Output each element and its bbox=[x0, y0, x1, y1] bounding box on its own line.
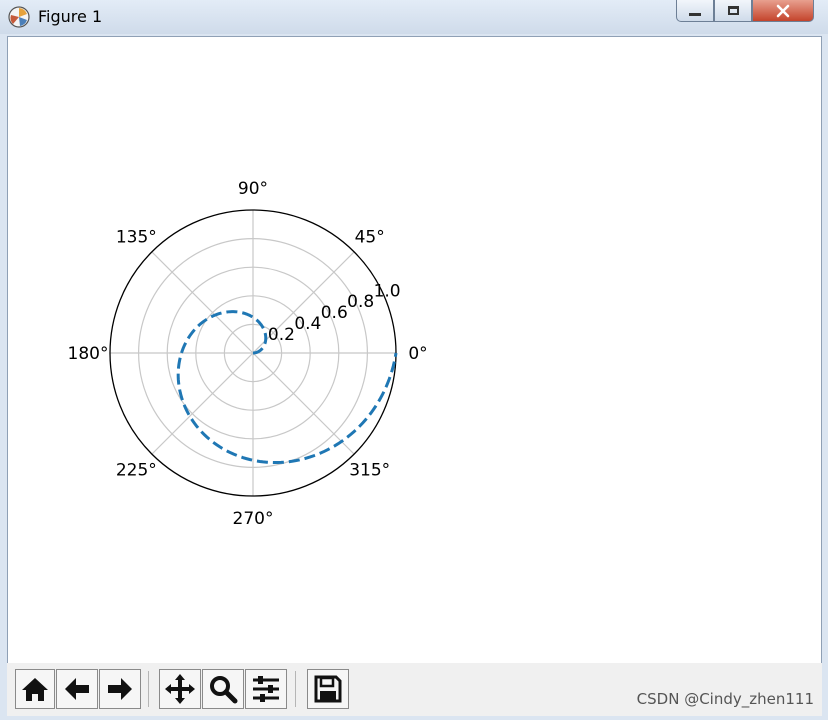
arrow-right-icon bbox=[108, 678, 132, 700]
polar-plot[interactable]: 0° 45° 90° 135° 180° 225° 270° 315° 0.20.40.60.8… bbox=[0, 0, 828, 720]
zoom-button[interactable] bbox=[202, 669, 244, 709]
home-button[interactable] bbox=[15, 669, 55, 709]
configure-subplots-button[interactable] bbox=[245, 669, 287, 709]
sliders-icon bbox=[253, 676, 279, 702]
r-tick-label: 0.4 bbox=[294, 314, 321, 334]
floppy-disk-icon bbox=[314, 675, 342, 703]
toolbar-separator bbox=[295, 671, 296, 707]
pan-button[interactable] bbox=[159, 669, 201, 709]
r-tick-label: 0.8 bbox=[347, 292, 374, 312]
theta-grid-line bbox=[151, 352, 254, 455]
theta-grid-line bbox=[151, 251, 254, 354]
r-tick-label: 0.6 bbox=[321, 303, 348, 323]
figure-window: Figure 1 0° 45° 90° 135° 180° 225° 270° 315° 0.2… bbox=[0, 0, 828, 720]
magnifier-icon bbox=[210, 676, 238, 704]
move-icon bbox=[165, 674, 195, 704]
theta-tick-label: 270° bbox=[233, 509, 274, 529]
r-tick-label: 1.0 bbox=[374, 281, 401, 301]
theta-tick-label: 90° bbox=[238, 179, 268, 199]
forward-button[interactable] bbox=[99, 669, 141, 709]
theta-tick-label: 225° bbox=[116, 461, 157, 481]
home-icon bbox=[22, 678, 48, 701]
theta-tick-label: 315° bbox=[349, 461, 390, 481]
theta-tick-label: 45° bbox=[355, 227, 385, 247]
theta-grid-line bbox=[252, 352, 355, 455]
r-tick-label: 0.2 bbox=[268, 325, 295, 345]
theta-tick-label: 180° bbox=[68, 344, 109, 364]
watermark-text: CSDN @Cindy_zhen111 bbox=[636, 690, 814, 708]
toolbar-separator bbox=[148, 671, 149, 707]
back-button[interactable] bbox=[56, 669, 98, 709]
save-button[interactable] bbox=[307, 669, 349, 709]
theta-tick-label: 0° bbox=[408, 344, 427, 364]
arrow-left-icon bbox=[65, 678, 89, 700]
theta-tick-label: 135° bbox=[116, 227, 157, 247]
